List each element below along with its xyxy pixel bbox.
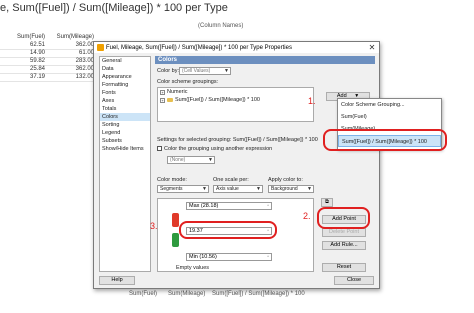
nav-item-axes[interactable]: Axes	[100, 97, 150, 105]
properties-dialog: Fuel, Mileage, Sum([Fuel]) / Sum([Mileag…	[93, 41, 380, 289]
annotation-1: 1.	[308, 96, 316, 106]
folder-icon	[167, 98, 173, 102]
green-segment-swatch[interactable]	[172, 233, 179, 247]
table-header: Sum(Fuel) Sum(Mileage)	[0, 34, 98, 42]
expression-select[interactable]: (None) ▼	[167, 156, 215, 164]
nav-item-colors[interactable]: Colors	[100, 113, 150, 121]
visualization-title: e, Sum([Fuel]) / Sum([Mileage]) * 100 pe…	[0, 2, 228, 14]
menu-item-color-scheme-grouping[interactable]: Color Scheme Grouping...	[338, 99, 441, 111]
header-sum-mileage: Sum(Mileage)	[56, 34, 94, 40]
cell: 59.82	[29, 58, 45, 64]
color-mode-select[interactable]: Segments ▼	[157, 185, 209, 193]
properties-nav: General Data Appearance Formatting Fonts…	[99, 56, 151, 272]
copy-icon[interactable]: ⧉	[321, 198, 333, 207]
expression-checkbox[interactable]	[157, 146, 162, 152]
annotation-circle-mid-point	[179, 221, 277, 239]
groupings-tree: + Numeric + Sum([Fuel]) / Sum([Mileage])…	[157, 87, 314, 122]
close-icon[interactable]: ✕	[365, 43, 379, 52]
max-point-label: Max (28.18)	[189, 203, 219, 209]
reset-button[interactable]: Reset	[322, 263, 366, 272]
bottom-label-mileage: Sum(Mileage)	[168, 291, 206, 297]
expression-checkbox-row[interactable]: Color the grouping using another express…	[157, 146, 272, 152]
column-names-label: (Column Names)	[198, 23, 244, 29]
nav-item-appearance[interactable]: Appearance	[100, 73, 150, 81]
max-point-field[interactable]: Max (28.18) ▫	[186, 202, 272, 210]
delete-point-button[interactable]: Delete Point	[322, 228, 366, 237]
table-row: 62.51 362.00	[0, 42, 98, 50]
one-scale-label: One scale per:	[213, 177, 249, 183]
table-row: 59.82 283.00	[0, 58, 98, 66]
tree-item-numeric[interactable]: + Numeric	[158, 88, 313, 96]
color-by-select[interactable]: (Cell Values) ▼	[179, 67, 231, 75]
annotation-circle-add-point	[317, 207, 370, 229]
annotation-3: 3.	[150, 221, 158, 231]
expression-value: (None)	[170, 157, 186, 163]
close-button[interactable]: Close	[334, 276, 374, 285]
table-row: 25.84 362.00	[0, 66, 98, 74]
cell: 362.00	[75, 42, 94, 48]
annotation-circle-menu-item	[323, 129, 447, 151]
cell: 62.51	[29, 42, 45, 48]
header-sum-fuel: Sum(Fuel)	[16, 34, 45, 40]
nav-item-data[interactable]: Data	[100, 65, 150, 73]
groupings-label: Color scheme groupings:	[157, 79, 219, 85]
menu-item-sum-fuel[interactable]: Sum(Fuel)	[338, 111, 441, 123]
expression-checkbox-label: Color the grouping using another express…	[164, 146, 273, 152]
table-row: 37.19 132.00	[0, 74, 98, 82]
empty-values-label: Empty values	[176, 265, 210, 271]
tree-item-ratio[interactable]: + Sum([Fuel]) / Sum([Mileage]) * 100	[158, 96, 313, 104]
color-mode-value: Segments	[160, 186, 183, 192]
panel-header: Colors	[155, 56, 375, 64]
annotation-2: 2.	[303, 211, 311, 221]
apply-color-label: Apply color to:	[268, 177, 303, 183]
cell: 37.19	[29, 74, 45, 80]
app-icon	[97, 44, 104, 51]
apply-color-value: Background	[271, 186, 298, 192]
cell: 14.90	[29, 50, 45, 56]
chevron-down-icon: ▼	[307, 186, 312, 192]
nav-item-show-hide[interactable]: Show/Hide Items	[100, 145, 150, 153]
nav-item-general[interactable]: General	[100, 57, 150, 65]
bottom-label-fuel: Sum(Fuel)	[129, 291, 158, 297]
lock-icon[interactable]: ▫	[267, 254, 269, 260]
table-row: 14.90 61.00	[0, 50, 98, 58]
nav-item-sorting[interactable]: Sorting	[100, 121, 150, 129]
bottom-label-ratio: Sum([Fuel]) / Sum([Mileage]) * 100	[212, 291, 305, 297]
color-by-value: (Cell Values)	[182, 68, 211, 74]
chevron-down-icon: ▼	[224, 68, 229, 74]
nav-item-legend[interactable]: Legend	[100, 129, 150, 137]
chevron-down-icon: ▼	[256, 186, 261, 192]
tree-item-label: Numeric	[167, 89, 188, 95]
expand-icon[interactable]: +	[160, 89, 165, 95]
tree-item-label: Sum([Fuel]) / Sum([Mileage]) * 100	[175, 97, 260, 103]
background-table: Sum(Fuel) Sum(Mileage) 62.51 362.00 14.90…	[0, 34, 98, 82]
cell: 25.84	[29, 66, 45, 72]
dialog-titlebar[interactable]: Fuel, Mileage, Sum([Fuel]) / Sum([Mileag…	[94, 42, 379, 53]
help-button[interactable]: Help	[99, 276, 135, 285]
min-point-field[interactable]: Min (10.56) ▫	[186, 253, 272, 261]
min-point-label: Min (10.56)	[189, 254, 217, 260]
nav-item-totals[interactable]: Totals	[100, 105, 150, 113]
add-rule-button[interactable]: Add Rule...	[322, 241, 366, 250]
one-scale-select[interactable]: Axis value ▼	[213, 185, 263, 193]
apply-color-select[interactable]: Background ▼	[268, 185, 314, 193]
red-segment-swatch[interactable]	[172, 213, 179, 227]
chevron-down-icon: ▼	[208, 157, 213, 163]
cell: 362.00	[75, 66, 94, 72]
cell: 283.00	[75, 58, 94, 64]
one-scale-value: Axis value	[216, 186, 239, 192]
color-mode-label: Color mode:	[157, 177, 187, 183]
nav-item-subsets[interactable]: Subsets	[100, 137, 150, 145]
color-by-label: Color by:	[157, 68, 180, 74]
cell: 61.00	[78, 50, 94, 56]
cell: 132.00	[75, 74, 94, 80]
dialog-title: Fuel, Mileage, Sum([Fuel]) / Sum([Mileag…	[106, 44, 292, 51]
nav-item-formatting[interactable]: Formatting	[100, 81, 150, 89]
expand-icon[interactable]: +	[160, 97, 165, 103]
lock-icon[interactable]: ▫	[267, 203, 269, 209]
chevron-down-icon: ▼	[202, 186, 207, 192]
nav-item-fonts[interactable]: Fonts	[100, 89, 150, 97]
settings-label: Settings for selected grouping: Sum([Fue…	[157, 137, 318, 143]
colors-panel: Colors Color by: (Cell Values) ▼ Color s…	[155, 56, 375, 272]
